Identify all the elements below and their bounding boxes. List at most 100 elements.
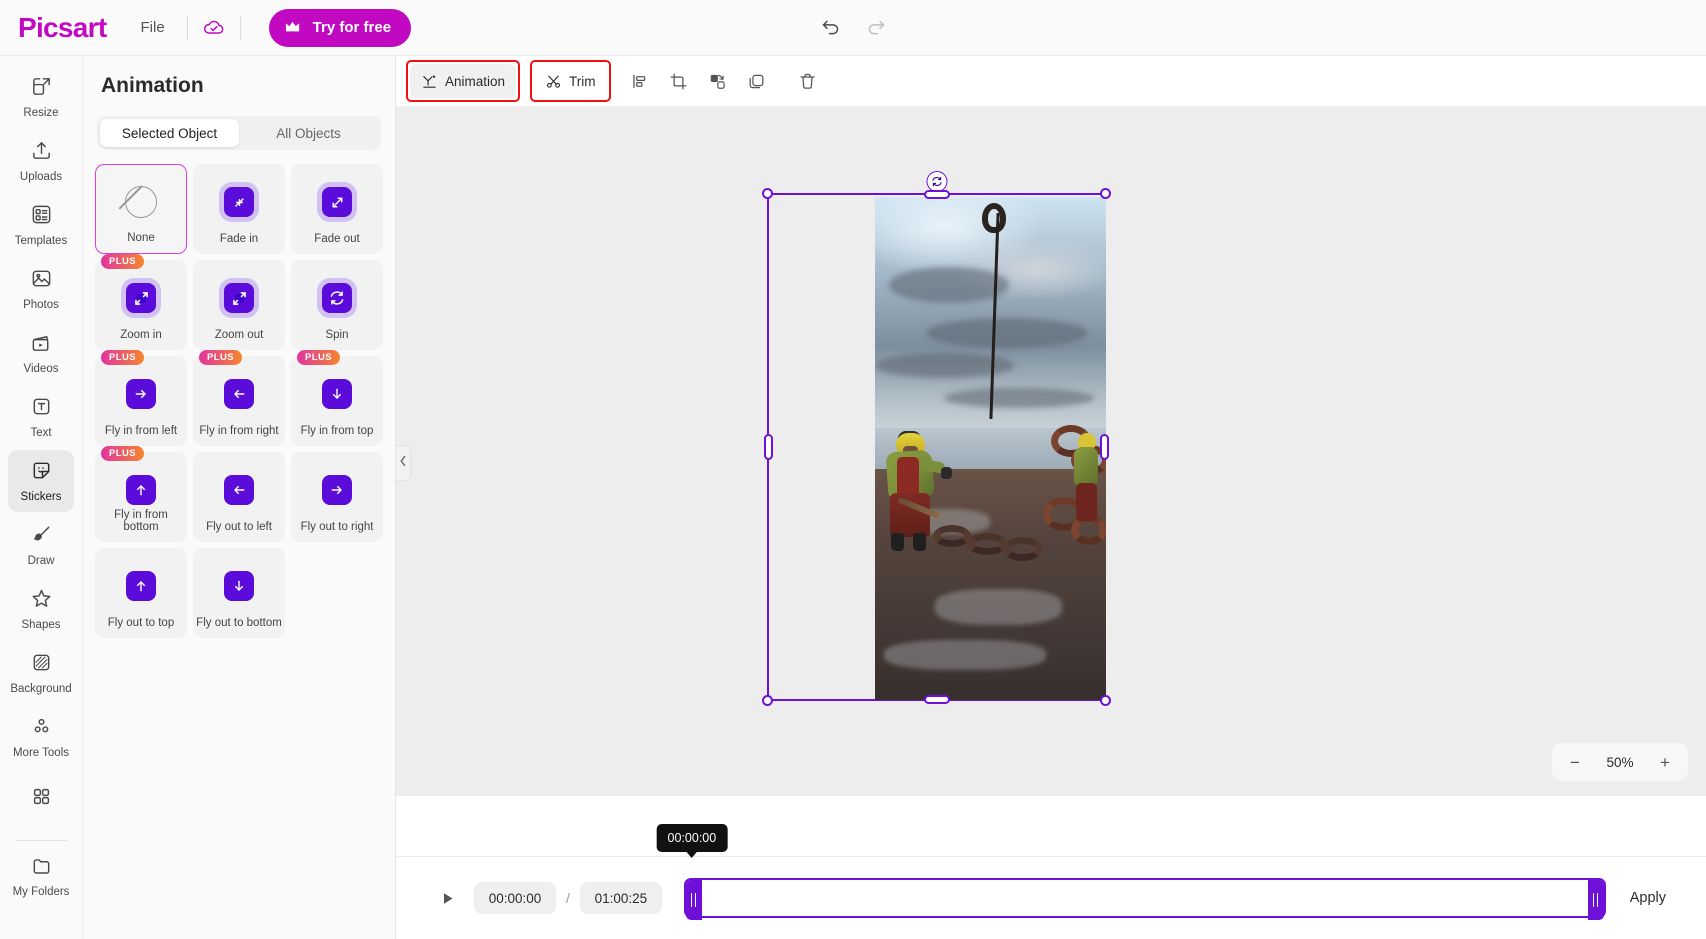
- arrows-out-icon: [322, 187, 352, 217]
- animation-label: Fly out to right: [300, 521, 374, 533]
- sticker-icon: [30, 459, 53, 487]
- video-object[interactable]: [875, 197, 1106, 700]
- time-separator: /: [566, 890, 570, 906]
- object-toolbar: Animation Trim: [396, 56, 1706, 107]
- apply-button[interactable]: Apply: [1624, 882, 1672, 914]
- animation-option-fly-out-to-bottom[interactable]: Fly out to bottom: [193, 548, 285, 638]
- resize-handle-top-left[interactable]: [762, 188, 773, 199]
- animation-option-fly-out-to-top[interactable]: Fly out to top: [95, 548, 187, 638]
- resize-handle-left[interactable]: [764, 434, 773, 460]
- rotate-handle[interactable]: [926, 171, 947, 192]
- animation-option-fly-in-from-top[interactable]: PLUS Fly in from top: [291, 350, 383, 446]
- arrow-down-icon: [322, 379, 352, 409]
- redo-icon[interactable]: [862, 14, 890, 42]
- resize-handle-top-right[interactable]: [1100, 188, 1111, 199]
- arrow-left-icon: [224, 379, 254, 409]
- crop-button[interactable]: [660, 64, 697, 98]
- undo-icon[interactable]: [816, 14, 844, 42]
- animation-label: Zoom in: [120, 329, 162, 341]
- animation-option-fly-in-from-bottom[interactable]: PLUS Fly in from bottom: [95, 446, 187, 542]
- tab-all-objects[interactable]: All Objects: [239, 119, 378, 147]
- animation-label: Fade out: [314, 233, 360, 245]
- animation-label: Zoom out: [214, 329, 264, 341]
- toolbar-divider-2: [239, 14, 241, 41]
- arrow-up-icon: [126, 475, 156, 505]
- zoom-in-icon: [126, 283, 156, 313]
- tab-selected-object[interactable]: Selected Object: [100, 119, 239, 147]
- canvas-area[interactable]: − 50% +: [396, 107, 1706, 796]
- selection-frame[interactable]: [762, 171, 1111, 706]
- resize-handle-bottom-left[interactable]: [762, 695, 773, 706]
- trim-button[interactable]: Trim: [534, 64, 607, 98]
- animation-label: None: [127, 232, 155, 244]
- delete-button[interactable]: [789, 64, 826, 98]
- animation-option-fade-out[interactable]: Fade out: [291, 164, 383, 254]
- sidebar-item-photos[interactable]: Photos: [8, 258, 74, 320]
- zoom-out-button[interactable]: −: [1566, 754, 1584, 771]
- cutout-icon: [708, 72, 727, 91]
- picsart-logo[interactable]: Picsart: [18, 13, 107, 42]
- sidebar-item-stickers[interactable]: Stickers: [8, 450, 74, 512]
- try-for-free-label: Try for free: [312, 19, 392, 36]
- cloud: [888, 267, 1009, 303]
- resize-handle-bottom[interactable]: [923, 695, 950, 704]
- animation-option-zoom-in[interactable]: PLUS Zoom in: [95, 254, 187, 350]
- plus-badge: PLUS: [101, 446, 144, 461]
- sidebar-item-more-tools[interactable]: More Tools: [8, 706, 74, 768]
- zoom-control: − 50% +: [1552, 743, 1688, 781]
- animation-option-none[interactable]: None: [95, 164, 187, 254]
- sidebar-item-my-folders[interactable]: My Folders: [8, 845, 74, 907]
- sidebar-item-background[interactable]: Background: [8, 642, 74, 704]
- left-tool-rail: Resize Uploads Templates Photos Videos T…: [0, 56, 83, 939]
- sidebar-item-resize[interactable]: Resize: [8, 66, 74, 128]
- more-tools-icon: [30, 715, 53, 743]
- animation-label: Fly in from bottom: [114, 509, 168, 533]
- animation-option-spin[interactable]: Spin: [291, 260, 383, 350]
- none-icon: [125, 186, 157, 218]
- cutout-button[interactable]: [699, 64, 736, 98]
- zoom-in-button[interactable]: +: [1656, 754, 1674, 771]
- templates-icon: [30, 203, 53, 231]
- top-bar: Picsart File Try for free: [0, 0, 1706, 56]
- file-menu[interactable]: File: [133, 13, 173, 42]
- timeline-track[interactable]: [683, 878, 1606, 920]
- sidebar-item-uploads[interactable]: Uploads: [8, 130, 74, 192]
- sidebar-label: Templates: [14, 235, 68, 247]
- sidebar-item-videos[interactable]: Videos: [8, 322, 74, 384]
- animation-label: Spin: [325, 329, 349, 341]
- play-button[interactable]: [434, 885, 460, 911]
- total-duration-field[interactable]: 01:00:25: [579, 882, 662, 914]
- animation-option-zoom-out[interactable]: Zoom out: [193, 260, 285, 350]
- resize-handle-right[interactable]: [1100, 434, 1109, 460]
- apps-grid-icon: [30, 785, 53, 813]
- zoom-level-value: 50%: [1606, 754, 1634, 770]
- trash-icon: [798, 72, 817, 91]
- animation-option-fly-out-to-left[interactable]: Fly out to left: [193, 452, 285, 542]
- align-button[interactable]: [621, 64, 658, 98]
- panel-collapse-toggle[interactable]: [396, 445, 411, 481]
- sidebar-label: More Tools: [12, 747, 70, 759]
- animation-option-fly-out-to-right[interactable]: Fly out to right: [291, 452, 383, 542]
- scissors-icon: [545, 73, 562, 90]
- animation-option-fly-in-from-left[interactable]: PLUS Fly in from left: [95, 350, 187, 446]
- sidebar-item-text[interactable]: Text: [8, 386, 74, 448]
- cloud-check-icon[interactable]: [202, 16, 226, 40]
- arrow-up-icon: [126, 571, 156, 601]
- trim-handle-start[interactable]: [685, 880, 702, 920]
- sidebar-item-draw[interactable]: Draw: [8, 514, 74, 576]
- animation-option-fade-in[interactable]: Fade in: [193, 164, 285, 254]
- timeline-bar: 00:00:00 / 01:00:25 00:00:00 Apply: [396, 824, 1706, 939]
- sidebar-item-shapes[interactable]: Shapes: [8, 578, 74, 640]
- sidebar-item-templates[interactable]: Templates: [8, 194, 74, 256]
- resize-handle-bottom-right[interactable]: [1100, 695, 1111, 706]
- resize-handle-top[interactable]: [923, 190, 950, 199]
- try-for-free-button[interactable]: Try for free: [268, 8, 412, 47]
- current-time-field[interactable]: 00:00:00: [474, 882, 556, 914]
- animation-button[interactable]: Animation: [410, 64, 517, 98]
- trim-handle-end[interactable]: [1587, 880, 1604, 920]
- animation-option-fly-in-from-right[interactable]: PLUS Fly in from right: [193, 350, 285, 446]
- duplicate-button[interactable]: [738, 64, 775, 98]
- second-worker-figure: [1072, 433, 1102, 529]
- animation-label: Fly in from right: [199, 425, 279, 437]
- sidebar-item-apps[interactable]: [8, 770, 74, 832]
